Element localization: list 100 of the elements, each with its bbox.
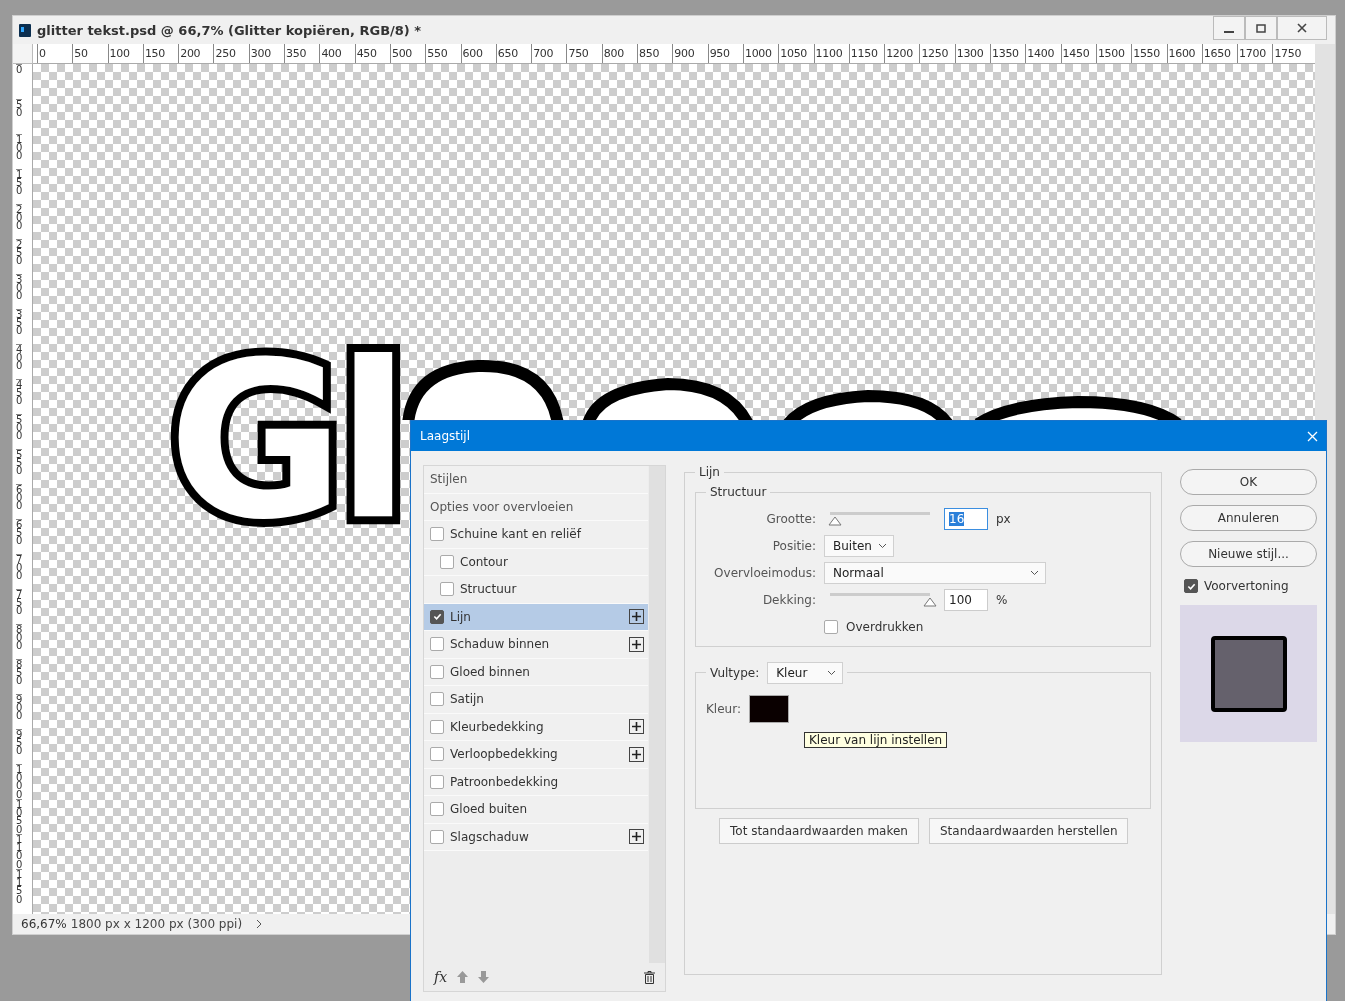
ruler-label: 800 [601,44,638,63]
ruler-label: 300 [16,274,23,309]
checkmark-icon [432,612,442,622]
ruler-label: 0 [37,44,73,63]
ruler-label: 1000 [742,44,779,63]
defaults-button[interactable]: Tot standaardwaarden maken [719,817,919,844]
ruler-label: 1250 [919,44,955,63]
ruler-label: 1300 [954,44,990,63]
effect-label: Slagschaduw [450,829,530,844]
effect-checkbox[interactable] [430,609,444,624]
add-icon[interactable] [629,829,644,845]
ruler-label: 700 [16,554,23,589]
ruler-label: 1050 [778,44,814,63]
ruler-label: 400 [319,44,355,63]
ruler-label: 850 [637,44,673,63]
ruler-label: 1050 [16,799,23,834]
effect-checkbox[interactable] [430,527,444,542]
field-label: Overvloeimodus: [713,565,816,580]
ruler-label: 1450 [1060,44,1096,63]
blend-mode-select[interactable]: Normaal [824,561,1046,584]
unit-label: px [996,511,1011,526]
add-icon[interactable] [629,609,644,625]
add-icon[interactable] [629,746,644,762]
ruler-label: 500 [16,414,23,449]
checkbox-label: Voorvertoning [1204,579,1289,593]
effect-list-item[interactable]: Lijn [424,603,648,631]
effect-checkbox[interactable] [430,637,444,652]
group-title: Structuur [710,485,767,499]
unit-label: % [996,592,1008,607]
add-icon[interactable] [629,636,644,652]
ruler-label: 450 [354,44,390,63]
ruler-label: 750 [16,589,23,624]
effect-checkbox[interactable] [440,582,454,597]
ruler-label: 450 [16,379,23,414]
ruler-label: 1700 [1237,44,1273,63]
opacity-input[interactable]: 100 [944,588,988,611]
ruler-label: 1100 [16,834,23,869]
field-label: Vultype: [710,665,760,680]
dialog-button[interactable]: OK [1180,469,1317,495]
minimize-button[interactable] [1213,16,1245,40]
effect-checkbox[interactable] [430,802,444,817]
effect-checkbox[interactable] [430,719,444,734]
ruler-label: 600 [460,44,496,63]
ruler-label: 1150 [848,44,885,63]
effect-label: Lijn [450,609,472,624]
close-icon[interactable] [1307,430,1318,442]
ruler-label: 650 [495,44,532,63]
effect-checkbox[interactable] [430,774,444,789]
ruler-label: 1500 [1095,44,1132,63]
ruler-label: 850 [16,659,23,694]
caret-icon [1030,569,1039,576]
effect-label: Patroonbedekking [450,774,560,789]
ruler-label: 550 [425,44,461,63]
close-button[interactable] [1277,16,1327,40]
window-title: glitter tekst.psd @ 66,7% (Glitter kopiëren, RGB/8) * [37,22,423,38]
arrow-up-icon[interactable] [457,971,469,983]
zoom-level: 66,67% [21,917,67,931]
ruler-label: 900 [16,694,23,729]
ruler-label: 800 [16,624,23,659]
slider-thumb[interactable] [923,596,937,607]
defaults-button[interactable]: Standaardwaarden herstellen [928,817,1129,844]
checkbox-label: Overdrukken [846,619,924,634]
maximize-icon [1256,23,1266,33]
overprint-checkbox[interactable] [824,619,838,634]
dialog-button[interactable]: Annuleren [1180,505,1317,531]
ruler-label: 0 [16,64,23,99]
effect-checkbox[interactable] [430,747,444,762]
fx-button[interactable]: fx [434,969,448,985]
preview-checkbox[interactable] [1184,579,1198,593]
close-icon [1297,23,1307,33]
caret-icon [878,542,887,549]
ruler-label: 250 [213,44,249,63]
effect-checkbox[interactable] [430,829,444,844]
effect-checkbox[interactable] [440,554,454,569]
ruler-label: 750 [566,44,602,63]
caret-icon [827,669,837,676]
ruler-label: 550 [16,449,23,484]
color-swatch[interactable] [748,695,789,723]
maximize-button[interactable] [1245,16,1277,40]
dialog-button[interactable]: Nieuwe stijl... [1180,541,1317,567]
effect-checkbox[interactable] [430,664,444,679]
arrow-down-icon[interactable] [478,971,490,983]
effect-label: Satijn [450,692,485,707]
position-select[interactable]: Buiten [824,534,894,557]
ruler-label: 1400 [1025,44,1061,63]
effect-checkbox[interactable] [430,692,444,707]
add-icon[interactable] [629,719,644,735]
size-input[interactable]: 16 [944,507,988,530]
ruler-label: 350 [16,309,23,344]
scrollbar-track[interactable] [649,466,665,963]
field-label: Grootte: [765,511,816,526]
effect-label: Schaduw binnen [450,637,551,652]
ruler-label: 200 [16,204,23,239]
style-list-label: Stijlen [430,472,468,487]
fill-type-select[interactable]: Kleur [767,661,844,684]
document-icon [19,23,31,37]
ruler-label: 1550 [1131,44,1167,63]
ruler-label: 600 [16,484,23,519]
document-info: 1800 px x 1200 px (300 ppi) [70,917,243,931]
trash-icon[interactable] [644,970,655,984]
